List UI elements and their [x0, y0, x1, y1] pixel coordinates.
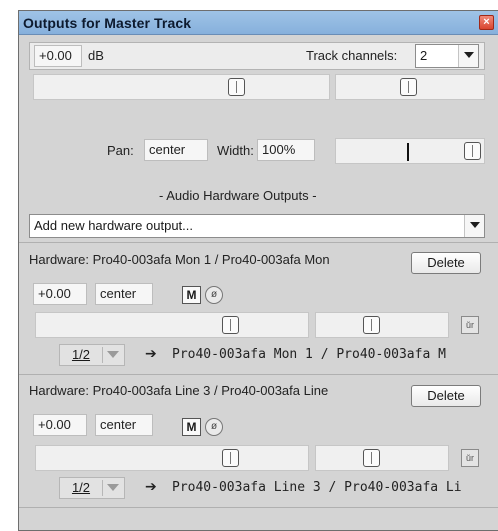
window-content: +0.00 dB Track channels: 2 Pan: center W…	[19, 36, 498, 530]
add-hardware-output-value: Add new hardware output...	[34, 218, 193, 233]
width-slider-knob[interactable]	[464, 142, 481, 160]
window-title: Outputs for Master Track	[23, 15, 192, 31]
chevron-down-icon	[458, 45, 478, 67]
output-pan-field[interactable]: center	[95, 283, 153, 305]
chevron-down-icon	[464, 215, 484, 237]
mute-button[interactable]: M	[182, 418, 201, 436]
add-hardware-output-select[interactable]: Add new hardware output...	[29, 214, 485, 238]
width-value-field[interactable]: 100%	[257, 139, 315, 161]
master-pan-slider[interactable]	[335, 74, 485, 100]
channel-select[interactable]: 1/2	[59, 344, 125, 366]
channel-select[interactable]: 1/2	[59, 477, 125, 499]
pan-slider-knob[interactable]	[400, 78, 417, 96]
output-volume-field[interactable]: +0.00	[33, 283, 87, 305]
phase-invert-icon[interactable]: ø	[205, 418, 223, 436]
output-volume-slider[interactable]	[35, 312, 309, 338]
divider	[19, 507, 498, 508]
track-channels-value: 2	[420, 48, 428, 63]
channel-value: 1/2	[71, 480, 91, 495]
pan-slider-knob[interactable]	[363, 316, 380, 334]
volume-slider-knob[interactable]	[228, 78, 245, 96]
width-center-marker	[407, 143, 409, 161]
volume-slider-knob[interactable]	[222, 316, 239, 334]
output-volume-slider[interactable]	[35, 445, 309, 471]
master-volume-slider[interactable]	[33, 74, 330, 100]
mono-stereo-icon[interactable]: ŭr	[461, 449, 479, 467]
delete-button[interactable]: Delete	[411, 385, 481, 407]
pan-value-field[interactable]: center	[144, 139, 208, 161]
width-label: Width:	[217, 143, 254, 158]
output-volume-field[interactable]: +0.00	[33, 414, 87, 436]
output-pan-slider[interactable]	[315, 445, 449, 471]
output-pan-slider[interactable]	[315, 312, 449, 338]
output-title: Hardware: Pro40-003afa Line 3 / Pro40-00…	[29, 383, 329, 398]
mute-button[interactable]: M	[182, 286, 201, 304]
divider	[19, 242, 498, 243]
output-pan-field[interactable]: center	[95, 414, 153, 436]
outputs-window: Outputs for Master Track × +0.00 dB Trac…	[18, 10, 498, 531]
title-bar[interactable]: Outputs for Master Track ×	[19, 11, 498, 35]
track-channels-select[interactable]: 2	[415, 44, 479, 68]
hardware-outputs-heading: - Audio Hardware Outputs -	[159, 188, 317, 203]
delete-button[interactable]: Delete	[411, 252, 481, 274]
phase-invert-icon[interactable]: ø	[205, 286, 223, 304]
track-channels-label: Track channels:	[306, 48, 398, 63]
mono-stereo-icon[interactable]: ŭr	[461, 316, 479, 334]
output-destination[interactable]: Pro40-003afa Line 3 / Pro40-003afa Li	[172, 480, 462, 495]
chevron-down-icon	[102, 347, 122, 363]
master-volume-field[interactable]: +0.00	[34, 45, 82, 67]
volume-unit-label: dB	[88, 48, 104, 63]
master-top-row: +0.00 dB Track channels: 2	[29, 42, 485, 70]
width-slider[interactable]	[335, 138, 485, 164]
volume-slider-knob[interactable]	[222, 449, 239, 467]
output-destination[interactable]: Pro40-003afa Mon 1 / Pro40-003afa M	[172, 347, 446, 362]
chevron-down-icon	[102, 480, 122, 496]
pan-slider-knob[interactable]	[363, 449, 380, 467]
output-title: Hardware: Pro40-003afa Mon 1 / Pro40-003…	[29, 252, 330, 267]
route-arrow-icon: ➔	[145, 478, 157, 494]
channel-value: 1/2	[71, 347, 91, 362]
divider	[19, 374, 498, 375]
route-arrow-icon: ➔	[145, 345, 157, 361]
close-icon[interactable]: ×	[479, 15, 494, 30]
pan-label: Pan:	[107, 143, 134, 158]
